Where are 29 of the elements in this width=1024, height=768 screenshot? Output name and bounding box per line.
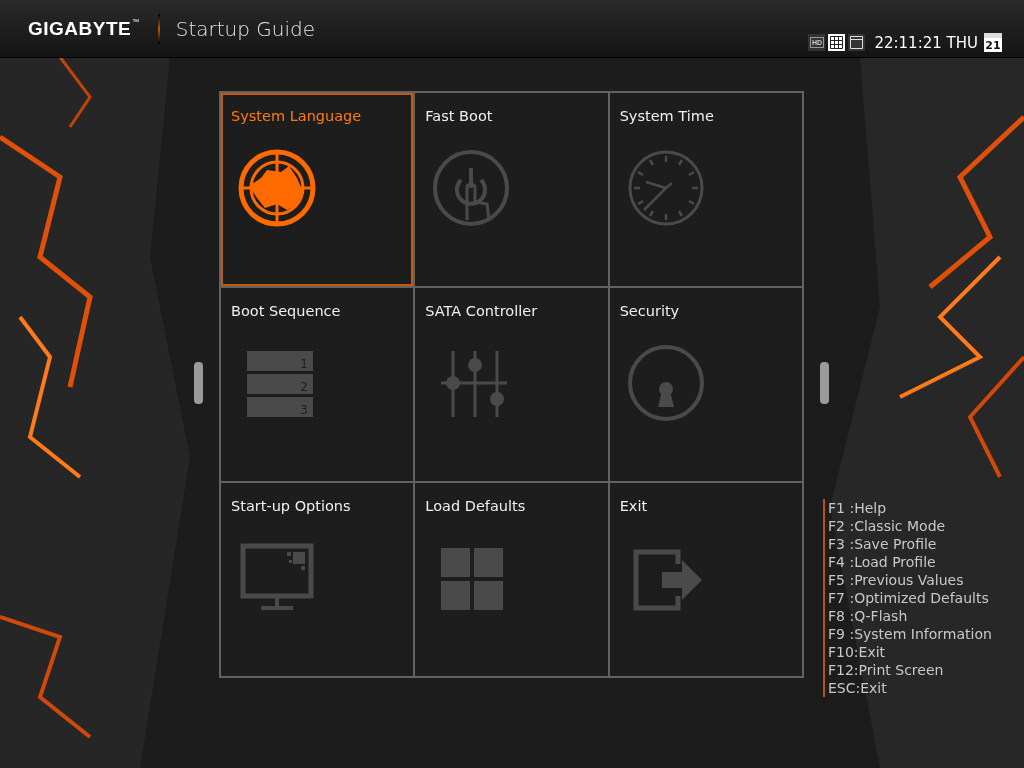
menu-tile[interactable]: System Language: [221, 93, 414, 286]
menu-tile[interactable]: Load Defaults: [415, 483, 608, 676]
hotkey-hint: F4 :Load Profile: [828, 553, 936, 571]
calendar-icon: 21: [984, 33, 1002, 52]
hotkey-hint: F7 :Optimized Defaults: [828, 589, 989, 607]
globe-icon: [237, 148, 317, 228]
clock-text: 22:11:21 THU: [874, 33, 978, 52]
menu-tile[interactable]: Exit: [609, 483, 802, 676]
hotkey-hint: F8 :Q-Flash: [828, 607, 908, 625]
hotkey-hint: F9 :System Information: [828, 625, 992, 643]
single-view-button[interactable]: [848, 34, 866, 51]
menu-tile[interactable]: Security: [609, 288, 802, 481]
hotkey-hint: F12:Print Screen: [828, 661, 944, 679]
hotkey-hint: ESC:Exit: [828, 679, 887, 697]
menu-tile[interactable]: Fast Boot: [415, 93, 608, 286]
hotkey-hint: F2 :Classic Mode: [828, 517, 946, 535]
power-touch-icon: [431, 148, 512, 228]
page-handle[interactable]: [820, 362, 829, 404]
menu-tile[interactable]: Start-up Options: [221, 483, 414, 676]
page-handle[interactable]: [194, 362, 203, 404]
menu-tile[interactable]: SATA Controller: [415, 288, 608, 481]
app-title: Startup Guide: [175, 16, 316, 41]
grid-view-button[interactable]: [828, 34, 846, 51]
menu-tile[interactable]: System Time: [609, 93, 802, 286]
hotkey-hint: F3 :Save Profile: [828, 535, 937, 553]
hotkey-hint: F10:Exit: [828, 643, 886, 661]
hotkey-hint: F1 :Help: [828, 499, 887, 517]
keyhole-icon: [625, 343, 706, 423]
hotkey-hint: F5 :Previous Values: [828, 571, 964, 589]
